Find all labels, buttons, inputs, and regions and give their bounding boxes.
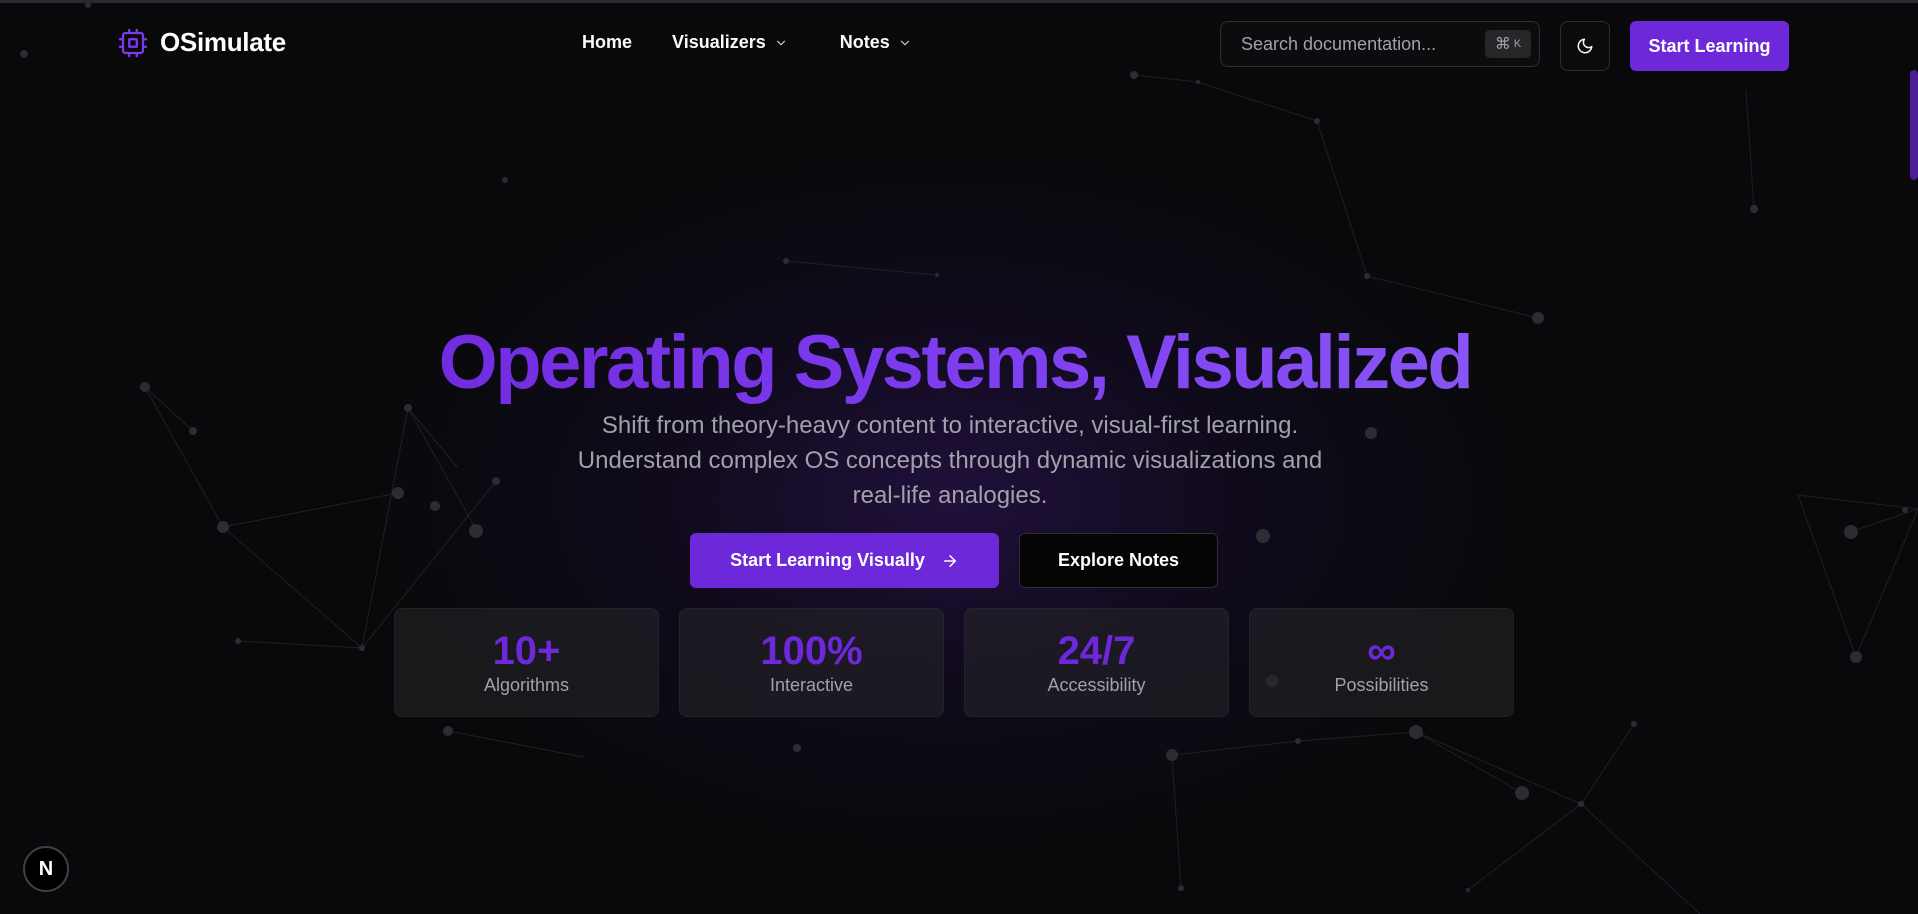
start-learning-button[interactable]: Start Learning bbox=[1630, 21, 1789, 71]
hero-title: Operating Systems, Visualized bbox=[300, 318, 1610, 408]
main-nav: Home Visualizers Notes bbox=[582, 32, 912, 53]
nav-notes-dropdown[interactable]: Notes bbox=[840, 32, 912, 53]
chevron-down-icon bbox=[776, 40, 785, 45]
stat-card: 10+ Algorithms bbox=[394, 608, 659, 717]
brand-name: OSimulate bbox=[160, 27, 286, 57]
nextjs-dev-badge[interactable]: N bbox=[23, 846, 69, 892]
hero-subtitle-line: Understand complex OS concepts through d… bbox=[577, 447, 1323, 474]
moon-icon bbox=[1577, 38, 1593, 54]
start-learning-visually-label: Start Learning Visually bbox=[730, 550, 925, 570]
brand-logo[interactable]: OSimulate bbox=[118, 27, 286, 58]
search-input[interactable]: Search documentation... bbox=[1241, 34, 1485, 55]
hero-subtitle-line: Shift from theory-heavy content to inter… bbox=[601, 412, 1299, 439]
search-box[interactable]: Search documentation... ⌘ K bbox=[1220, 21, 1540, 67]
search-shortcut: ⌘ K bbox=[1485, 30, 1531, 58]
stat-card: ∞ Possibilities bbox=[1249, 608, 1514, 717]
command-key-symbol: ⌘ bbox=[1494, 36, 1511, 53]
nav-notes-label: Notes bbox=[839, 32, 890, 52]
hero-subtitle-line: real-life analogies. bbox=[852, 482, 1048, 509]
stat-value: 100% bbox=[760, 629, 863, 673]
nav-visualizers-dropdown[interactable]: Visualizers bbox=[672, 32, 788, 53]
stat-value: 10+ bbox=[492, 629, 561, 673]
site-header: OSimulate Home Visualizers Notes Search … bbox=[0, 3, 1918, 85]
cpu-chip-icon bbox=[118, 28, 148, 57]
stat-value: 24/7 bbox=[1057, 629, 1136, 673]
stats-row: 10+ Algorithms 100% Interactive 24/7 Acc… bbox=[394, 608, 1514, 717]
stat-label: Interactive bbox=[769, 675, 854, 695]
nav-visualizers-label: Visualizers bbox=[672, 32, 766, 52]
stat-card: 100% Interactive bbox=[679, 608, 944, 717]
start-learning-visually-button[interactable]: Start Learning Visually bbox=[690, 533, 999, 588]
nav-home[interactable]: Home bbox=[582, 32, 632, 53]
stat-label: Accessibility bbox=[1047, 675, 1146, 695]
stat-label: Algorithms bbox=[483, 675, 570, 695]
shortcut-key: K bbox=[1513, 38, 1522, 50]
arrow-right-icon bbox=[943, 554, 956, 567]
explore-notes-button[interactable]: Explore Notes bbox=[1019, 533, 1218, 588]
chevron-down-icon bbox=[900, 40, 909, 45]
stat-label: Possibilities bbox=[1334, 675, 1429, 695]
stat-card: 24/7 Accessibility bbox=[964, 608, 1229, 717]
hero-subtitle: Shift from theory-heavy content to inter… bbox=[510, 408, 1390, 513]
theme-toggle-button[interactable] bbox=[1560, 21, 1610, 71]
stat-value: ∞ bbox=[1367, 629, 1396, 673]
scrollbar-thumb[interactable] bbox=[1910, 70, 1918, 180]
